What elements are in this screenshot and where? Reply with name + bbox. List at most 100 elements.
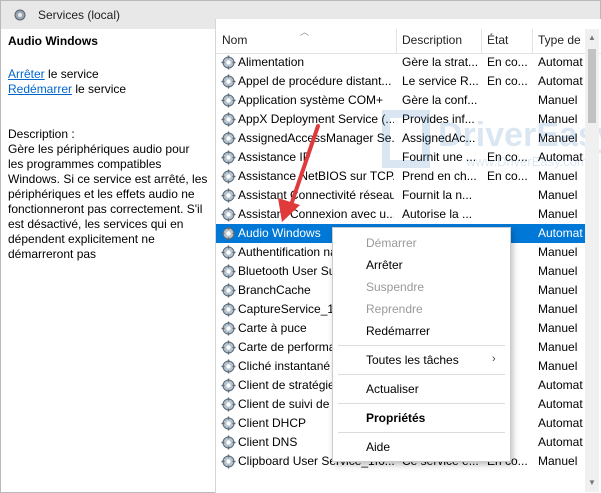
cell-start-type: Manuel xyxy=(538,207,578,221)
cell-name: Application système COM+ xyxy=(238,93,384,107)
column-name[interactable]: Nom xyxy=(222,33,247,47)
table-row[interactable]: Alimentation Gère la strat... En co... Auto… xyxy=(216,53,588,72)
context-menu: Démarrer Arrêter Suspendre Reprendre Red… xyxy=(332,227,511,462)
restart-line: Redémarrer le service xyxy=(8,82,126,96)
service-gear-icon xyxy=(221,245,236,260)
table-row[interactable]: Assistant Connectivité réseau Fournit la … xyxy=(216,186,588,205)
menu-refresh[interactable]: Actualiser xyxy=(366,382,419,396)
cell-name: Assistance IP xyxy=(238,150,311,164)
menu-separator xyxy=(338,345,505,346)
scroll-down-icon[interactable]: ▼ xyxy=(588,478,596,487)
column-state[interactable]: État xyxy=(487,33,508,47)
cell-description: Provides inf... xyxy=(402,112,475,126)
table-row[interactable]: Application système COM+ Gère la conf... M… xyxy=(216,91,588,110)
scrollbar-thumb[interactable] xyxy=(588,49,596,123)
cell-start-type: Manuel xyxy=(538,321,578,335)
service-gear-icon xyxy=(221,340,236,355)
cell-name: Appel de procédure distant... xyxy=(238,74,392,88)
cell-start-type: Automat xyxy=(538,55,583,69)
description-text: Gère les périphériques audio pour les pr… xyxy=(8,142,208,261)
service-gear-icon xyxy=(221,150,236,165)
table-row[interactable]: AppX Deployment Service (... Provides inf… xyxy=(216,110,588,129)
cell-start-type: Automat xyxy=(538,150,583,164)
cell-name: AssignedAccessManager Se... xyxy=(238,131,394,145)
cell-start-type: Automat xyxy=(538,74,583,88)
cell-description: Gère la conf... xyxy=(402,93,478,107)
cell-description: Autorise la ... xyxy=(402,207,473,221)
cell-start-type: Manuel xyxy=(538,302,578,316)
service-gear-icon xyxy=(221,207,236,222)
menu-separator xyxy=(338,374,505,375)
service-gear-icon xyxy=(221,378,236,393)
cell-description: Prend en ch... xyxy=(402,169,477,183)
menu-properties[interactable]: Propriétés xyxy=(366,411,425,425)
cell-start-type: Automat xyxy=(538,416,583,430)
column-start-type[interactable]: Type de xyxy=(538,33,581,47)
column-separator[interactable] xyxy=(396,29,397,53)
menu-start[interactable]: Démarrer xyxy=(366,236,417,250)
cell-description: AssignedAc... xyxy=(402,131,476,145)
restart-service-link[interactable]: Redémarrer xyxy=(8,82,72,96)
vertical-scrollbar[interactable]: ▲ ▼ xyxy=(585,29,599,492)
menu-pause[interactable]: Suspendre xyxy=(366,280,424,294)
service-gear-icon xyxy=(221,93,236,108)
cell-start-type: Manuel xyxy=(538,131,578,145)
service-gear-icon xyxy=(221,283,236,298)
service-gear-icon xyxy=(221,188,236,203)
cell-name: Assistant Connectivité réseau xyxy=(238,188,394,202)
service-gear-icon xyxy=(221,169,236,184)
menu-resume[interactable]: Reprendre xyxy=(366,302,423,316)
cell-start-type: Automat xyxy=(538,226,583,240)
scroll-up-icon[interactable]: ▲ xyxy=(588,33,596,42)
cell-state: En co... xyxy=(487,150,528,164)
cell-start-type: Automat xyxy=(538,397,583,411)
service-gear-icon xyxy=(221,359,236,374)
service-gear-icon xyxy=(221,74,236,89)
menu-separator xyxy=(338,432,505,433)
service-gear-icon xyxy=(221,264,236,279)
services-icon xyxy=(14,9,26,21)
menu-all-tasks[interactable]: Toutes les tâches xyxy=(366,353,459,367)
service-gear-icon xyxy=(221,112,236,127)
table-row[interactable]: Appel de procédure distant... Le service … xyxy=(216,72,588,91)
service-gear-icon xyxy=(221,131,236,146)
menu-separator xyxy=(338,403,505,404)
cell-name: Assistance NetBIOS sur TCP... xyxy=(238,169,394,183)
cell-start-type: Automat xyxy=(538,378,583,392)
stop-suffix: le service xyxy=(44,67,99,81)
cell-start-type: Manuel xyxy=(538,188,578,202)
cell-name: Assistant Connexion avec u... xyxy=(238,207,394,221)
selected-service-title: Audio Windows xyxy=(8,34,98,48)
column-separator[interactable] xyxy=(481,29,482,53)
column-description[interactable]: Description xyxy=(402,33,462,47)
cell-start-type: Manuel xyxy=(538,93,578,107)
cell-description: Fournit une ... xyxy=(402,150,477,164)
cell-name: AppX Deployment Service (... xyxy=(238,112,394,126)
window-title: Services (local) xyxy=(38,8,121,22)
submenu-chevron-icon: › xyxy=(492,353,496,365)
menu-restart[interactable]: Redémarrer xyxy=(366,324,430,338)
column-separator[interactable] xyxy=(532,29,533,53)
table-row[interactable]: Assistance IP Fournit une ... En co... Auto… xyxy=(216,148,588,167)
cell-description: Le service R... xyxy=(402,74,479,88)
service-gear-icon xyxy=(221,302,236,317)
cell-state: En co... xyxy=(487,74,528,88)
table-row[interactable]: Assistant Connexion avec u... Autorise la… xyxy=(216,205,588,224)
table-row[interactable]: AssignedAccessManager Se... AssignedAc...… xyxy=(216,129,588,148)
cell-start-type: Manuel xyxy=(538,340,578,354)
cell-description: Fournit la n... xyxy=(402,188,473,202)
cell-description: Gère la strat... xyxy=(402,55,479,69)
stop-line: Arrêter le service xyxy=(8,67,99,81)
menu-help[interactable]: Aide xyxy=(366,440,390,454)
cell-start-type: Manuel xyxy=(538,283,578,297)
cell-state: En co... xyxy=(487,169,528,183)
table-row[interactable]: Assistance NetBIOS sur TCP... Prend en ch… xyxy=(216,167,588,186)
cell-start-type: Manuel xyxy=(538,454,578,468)
cell-name: Alimentation xyxy=(238,55,305,69)
service-gear-icon xyxy=(221,435,236,450)
service-gear-icon xyxy=(221,416,236,431)
menu-stop[interactable]: Arrêter xyxy=(366,258,403,272)
stop-service-link[interactable]: Arrêter xyxy=(8,67,45,81)
column-header: ︿ Nom Description État Type de xyxy=(216,27,601,54)
service-details-pane: Audio Windows Arrêter le service Redémar… xyxy=(1,29,215,492)
